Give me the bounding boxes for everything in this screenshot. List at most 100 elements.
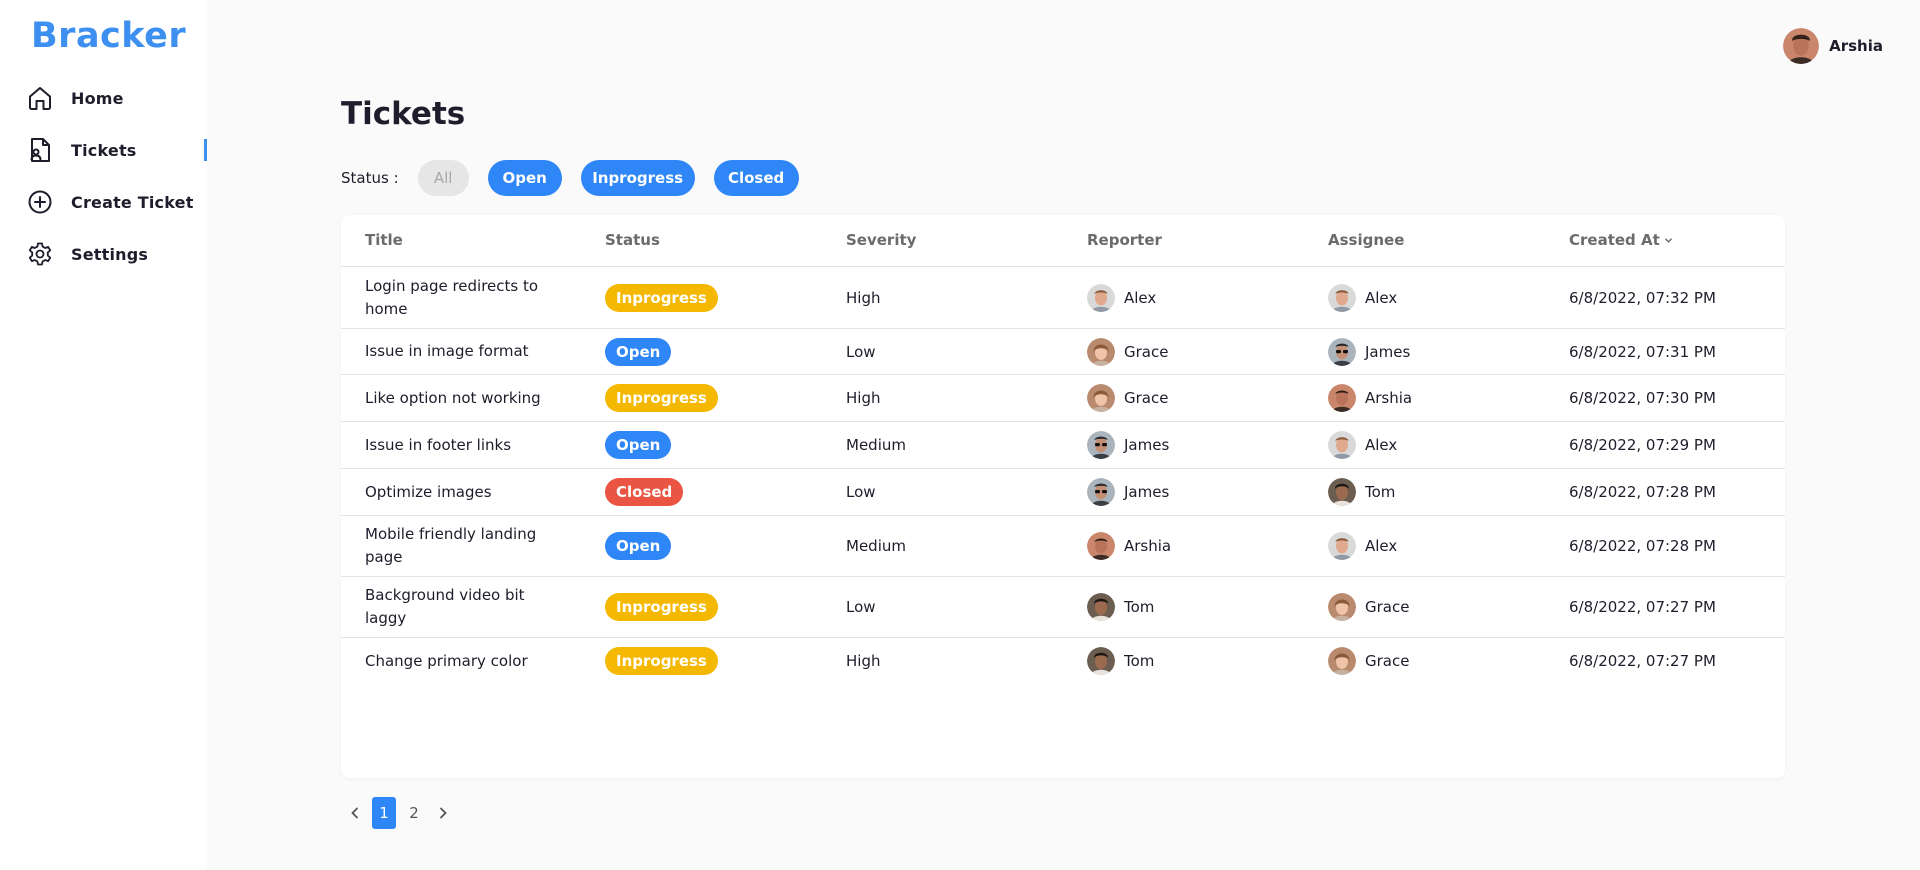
avatar	[1087, 283, 1115, 312]
reporter-cell: Tom	[1087, 638, 1154, 684]
chevron-down-icon	[1664, 236, 1673, 245]
sidebar-item-tickets[interactable]: Tickets	[26, 130, 207, 170]
status-badge: Closed	[605, 478, 684, 506]
next-page-button[interactable]	[429, 797, 457, 829]
reporter-name: James	[1124, 483, 1170, 501]
reporter-cell: Tom	[1087, 577, 1154, 637]
column-header-status[interactable]: Status	[605, 231, 660, 249]
sidebar-item-settings[interactable]: Settings	[26, 234, 207, 274]
sidebar-item-label: Create Ticket	[71, 192, 194, 212]
avatar	[1328, 431, 1356, 459]
reporter: Grace	[1087, 384, 1168, 412]
filter-all-chip[interactable]: All	[417, 160, 469, 196]
ticket-title: Login page redirects to home	[365, 276, 539, 318]
status-cell: Inprogress	[605, 577, 718, 637]
status-cell: Inprogress	[605, 638, 718, 684]
reporter-name: Tom	[1124, 652, 1155, 670]
ticket-title: Background video bit laggy	[365, 586, 525, 627]
table-row[interactable]: Login page redirects to home Inprogress Hi…	[341, 267, 1785, 329]
assignee-name: Tom	[1365, 483, 1396, 501]
app-logo[interactable]: Bracker	[31, 16, 186, 56]
status-cell: Open	[605, 422, 672, 468]
pagination: 1 2	[341, 797, 457, 829]
assignee: Grace	[1328, 593, 1409, 621]
created-at-cell: 6/8/2022, 07:30 PM	[1569, 389, 1716, 407]
previous-page-button[interactable]	[341, 797, 369, 829]
status-filter-label: Status :	[341, 169, 399, 187]
status-cell: Inprogress	[605, 267, 718, 328]
avatar	[1328, 337, 1356, 366]
assignee: Alex	[1328, 431, 1397, 459]
reporter-cell: Grace	[1087, 375, 1168, 421]
reporter: Tom	[1087, 647, 1154, 675]
reporter: James	[1087, 478, 1169, 506]
avatar	[1328, 593, 1356, 621]
severity-cell: High	[846, 288, 881, 307]
column-header-assignee[interactable]: Assignee	[1328, 231, 1404, 249]
assignee-cell: Arshia	[1328, 375, 1412, 421]
assignee-cell: Alex	[1328, 516, 1397, 576]
assignee: Alex	[1328, 283, 1397, 312]
plus-circle-icon	[26, 188, 54, 216]
column-header-created-at[interactable]: Created At	[1569, 231, 1673, 249]
reporter: Arshia	[1087, 532, 1171, 560]
sidebar: Bracker Home Tickets Create Ticket Setti…	[0, 0, 207, 870]
reporter-name: Alex	[1124, 288, 1157, 307]
avatar	[1087, 593, 1115, 621]
assignee-cell: Alex	[1328, 422, 1397, 468]
avatar	[1087, 337, 1115, 366]
assignee-name: Arshia	[1365, 389, 1413, 407]
avatar	[1328, 283, 1356, 312]
table-row[interactable]: Background video bit laggy Inprogress Low T…	[341, 577, 1785, 638]
assignee-name: Alex	[1365, 537, 1398, 555]
ticket-title: Optimize images	[365, 482, 492, 501]
severity-cell: Medium	[846, 537, 906, 555]
chevron-right-icon	[440, 807, 447, 819]
table-header: Title Status Severity Reporter Assignee …	[341, 215, 1785, 267]
user-menu[interactable]: Arshia	[1783, 28, 1883, 64]
filter-closed-chip[interactable]: Closed	[713, 160, 799, 196]
home-icon	[26, 84, 54, 112]
created-at-cell: 6/8/2022, 07:27 PM	[1569, 652, 1716, 670]
reporter-cell: James	[1087, 422, 1169, 468]
severity-cell: High	[846, 652, 881, 670]
filter-open-chip[interactable]: Open	[487, 160, 562, 196]
filter-inprogress-chip[interactable]: Inprogress	[580, 160, 695, 196]
page-number-2[interactable]: 2	[402, 797, 426, 829]
table-row[interactable]: Issue in footer links Open Medium James Alex…	[341, 422, 1785, 469]
sidebar-item-create-ticket[interactable]: Create Ticket	[26, 182, 207, 222]
column-header-reporter[interactable]: Reporter	[1087, 231, 1162, 249]
assignee: Arshia	[1328, 384, 1412, 412]
column-header-title[interactable]: Title	[365, 231, 403, 249]
severity-cell: Low	[846, 598, 876, 616]
created-at-cell: 6/8/2022, 07:28 PM	[1569, 483, 1716, 501]
page-title: Tickets	[341, 96, 466, 132]
column-header-severity[interactable]: Severity	[846, 231, 916, 249]
reporter-cell: Grace	[1087, 329, 1168, 374]
status-cell: Closed	[605, 469, 684, 515]
reporter-cell: Alex	[1087, 267, 1156, 328]
status-cell: Inprogress	[605, 375, 718, 421]
table-row[interactable]: Mobile friendly landing page Open Medium Ar…	[341, 516, 1785, 577]
severity-cell: Medium	[846, 436, 906, 454]
user-name: Arshia	[1829, 37, 1883, 55]
avatar	[1328, 384, 1356, 412]
table-row[interactable]: Optimize images Closed Low James Tom 6/8/2022…	[341, 469, 1785, 516]
avatar	[1783, 28, 1820, 64]
status-badge: Open	[605, 337, 672, 366]
table-row[interactable]: Issue in image format Open Low Grace James 6/…	[341, 329, 1785, 375]
created-at-cell: 6/8/2022, 07:29 PM	[1569, 436, 1716, 454]
sidebar-item-home[interactable]: Home	[26, 78, 207, 118]
status-badge: Open	[605, 532, 672, 560]
ticket-title: Mobile friendly landing page	[365, 525, 537, 566]
reporter-cell: Arshia	[1087, 516, 1171, 576]
assignee-cell: Alex	[1328, 267, 1397, 328]
table-row[interactable]: Like option not working Inprogress High Gra…	[341, 375, 1785, 422]
assignee-cell: Grace	[1328, 638, 1409, 684]
assignee-name: Grace	[1365, 652, 1410, 670]
page-number-1[interactable]: 1	[372, 797, 396, 829]
status-badge: Inprogress	[605, 384, 718, 412]
tickets-table: Title Status Severity Reporter Assignee …	[341, 215, 1785, 778]
table-row[interactable]: Change primary color Inprogress High Tom Gra…	[341, 638, 1785, 684]
avatar	[1328, 532, 1356, 560]
